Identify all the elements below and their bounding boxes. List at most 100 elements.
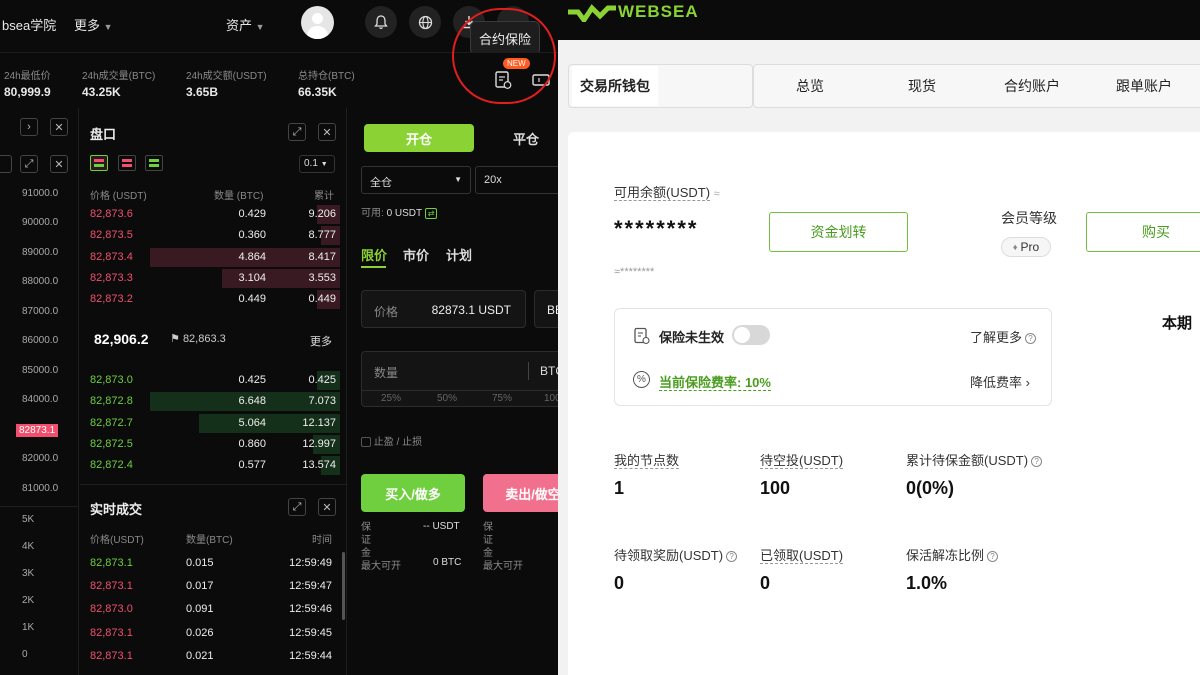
sell-short-button[interactable]: 卖出/做空 <box>483 474 558 512</box>
tab-open-position[interactable]: 开仓 <box>364 124 474 152</box>
ask-row[interactable]: 82,873.3 3.104 3.553 <box>88 268 340 289</box>
insurance-rate[interactable]: 当前保险费率: 10% <box>659 372 771 391</box>
metric-value-nodes: 1 <box>614 478 625 498</box>
chevron-down-icon: ▼ <box>320 161 328 168</box>
margin-value: -- USDT <box>423 521 460 532</box>
row-total: 8.777 <box>308 229 336 242</box>
ask-row[interactable]: 82,873.6 0.429 9.206 <box>88 204 340 225</box>
fund-transfer-button[interactable]: 资金划转 <box>769 212 908 252</box>
metric-value-unfreeze: 1.0% <box>906 573 948 593</box>
ask-row[interactable]: 82,873.4 4.864 8.417 <box>88 247 340 268</box>
tab-close-position[interactable]: 平仓 <box>476 124 558 152</box>
ask-row[interactable]: 82,873.2 0.449 0.449 <box>88 289 340 310</box>
fullscreen-icon[interactable]: ⤢ <box>288 123 306 141</box>
buy-long-button[interactable]: 买入/做多 <box>361 474 465 512</box>
price-step-select[interactable]: 0.1 ▼ <box>299 155 335 173</box>
order-type-trigger[interactable]: 计划 <box>446 245 472 264</box>
tab-exchange-wallet[interactable]: 交易所钱包 <box>572 66 658 106</box>
chevron-right-icon: › <box>1025 375 1030 390</box>
stat-volume-btc: 24h成交量(BTC) 43.25K <box>82 71 156 99</box>
tab-copy-trading-account[interactable]: 跟单账户 <box>1104 66 1184 106</box>
tab-overview[interactable]: 总览 <box>770 66 850 106</box>
stat-open-interest: 总持仓(BTC) 66.35K <box>298 71 355 99</box>
bell-icon[interactable] <box>365 6 397 38</box>
quantity-input[interactable]: 数量 BTC 25% 50% 75% 100 <box>361 351 558 407</box>
row-price: 82,872.4 <box>90 459 133 472</box>
bid-row[interactable]: 82,873.0 0.425 0.425 <box>88 370 340 391</box>
bid-row[interactable]: 82,872.8 6.648 7.073 <box>88 391 340 412</box>
bid-row[interactable]: 82,872.5 0.860 12.997 <box>88 434 340 455</box>
metric-value-rewards: 0 <box>614 573 625 593</box>
trades-price-header: 价格(USDT) <box>90 535 144 546</box>
close-icon[interactable]: ✕ <box>318 123 336 141</box>
order-type-limit[interactable]: 限价 <box>361 245 387 264</box>
bid-row[interactable]: 82,872.4 0.577 13.574 <box>88 455 340 476</box>
orderbook-bids-view-icon[interactable] <box>145 155 163 171</box>
trade-row: 82,873.1 0.026 12:59:45 <box>88 623 340 644</box>
orderbook-asks-view-icon[interactable] <box>118 155 136 171</box>
help-icon[interactable]: ? <box>1031 456 1043 468</box>
margin-mode-select[interactable]: 全仓 ▼ <box>361 166 471 194</box>
metric-value-claimed: 0 <box>760 573 771 593</box>
row-qty: 5.064 <box>238 416 266 429</box>
row-qty: 0.425 <box>238 374 266 386</box>
bid-row[interactable]: 82,872.7 5.064 12.137 <box>88 413 340 434</box>
available-balance: 可用: 0 USDT ⇄ <box>361 204 438 219</box>
trade-qty: 0.026 <box>186 626 214 639</box>
metric-label-unfreeze: 保活解冻比例? <box>906 545 999 564</box>
tab-contract-account[interactable]: 合约账户 <box>992 66 1072 106</box>
last-price: 82,906.2 <box>94 331 149 347</box>
more-menu[interactable]: 更多 ▼ <box>74 15 113 34</box>
trade-qty: 0.015 <box>186 557 214 569</box>
percent-50[interactable]: 50% <box>437 393 457 404</box>
orderbook-more-link[interactable]: 更多 <box>310 333 332 349</box>
tab-spot[interactable]: 现货 <box>882 66 962 106</box>
avatar[interactable] <box>301 6 334 39</box>
learn-more-link[interactable]: 了解更多? <box>970 327 1037 346</box>
balance-converted: ≈******** <box>614 266 655 278</box>
ask-row[interactable]: 82,873.5 0.360 8.777 <box>88 225 340 246</box>
row-qty: 3.104 <box>238 271 266 284</box>
insurance-toggle[interactable] <box>732 325 770 345</box>
balance-value: ******** <box>614 216 699 241</box>
price-input[interactable]: 价格 82873.1 USDT <box>361 290 526 328</box>
row-price: 82,872.8 <box>90 395 133 408</box>
trades-scrollbar[interactable] <box>342 552 345 620</box>
margin-label-2: 保证金 <box>483 522 493 559</box>
transfer-icon[interactable]: ⇄ <box>424 208 438 219</box>
reduce-rate-link[interactable]: 降低费率 › <box>970 372 1030 391</box>
row-total: 12.137 <box>302 416 336 429</box>
hide-balance-icon[interactable]: ≈ <box>714 188 720 200</box>
percent-icon: % <box>633 371 650 388</box>
fullscreen-icon[interactable]: ⤢ <box>288 498 306 516</box>
trade-price: 82,873.1 <box>90 626 133 639</box>
chevron-down-icon: ▼ <box>255 22 265 32</box>
row-qty: 0.860 <box>238 437 266 450</box>
leverage-select[interactable]: 20x <box>475 166 558 194</box>
bbo-button[interactable]: BB <box>534 290 558 328</box>
percent-75[interactable]: 75% <box>492 393 512 404</box>
row-price: 82,872.5 <box>90 437 133 450</box>
flag-icon: ⚑ <box>170 333 180 345</box>
trading-panel: bsea学院 更多 ▼ 资产 ▼ 合约保险 24h最低价 80,999.9 24h… <box>0 0 558 675</box>
row-total: 7.073 <box>308 395 336 408</box>
help-icon[interactable]: ? <box>987 551 999 563</box>
percent-100[interactable]: 100 <box>544 393 558 404</box>
max-open-label-2: 最大可开 <box>483 561 523 572</box>
margin-label: 保证金 <box>361 522 371 559</box>
close-icon[interactable]: ✕ <box>318 498 336 516</box>
row-qty: 6.648 <box>238 395 266 408</box>
help-icon[interactable]: ? <box>726 551 738 563</box>
globe-icon[interactable] <box>409 6 441 38</box>
orderbook-both-view-icon[interactable] <box>90 155 108 171</box>
trade-row: 82,873.1 0.021 12:59:44 <box>88 646 340 667</box>
percent-25[interactable]: 25% <box>381 393 401 404</box>
assets-menu[interactable]: 资产 ▼ <box>226 15 265 34</box>
buy-membership-button[interactable]: 购买 <box>1086 212 1200 252</box>
trade-price: 82,873.1 <box>90 580 133 593</box>
metric-label-airdrop: 待空投(USDT) <box>760 453 844 469</box>
current-period-title: 本期 <box>1162 315 1193 332</box>
tpsl-checkbox[interactable]: 止盈 / 止损 <box>361 433 422 448</box>
trades-qty-header: 数量(BTC) <box>186 535 233 546</box>
order-type-market[interactable]: 市价 <box>403 245 429 264</box>
